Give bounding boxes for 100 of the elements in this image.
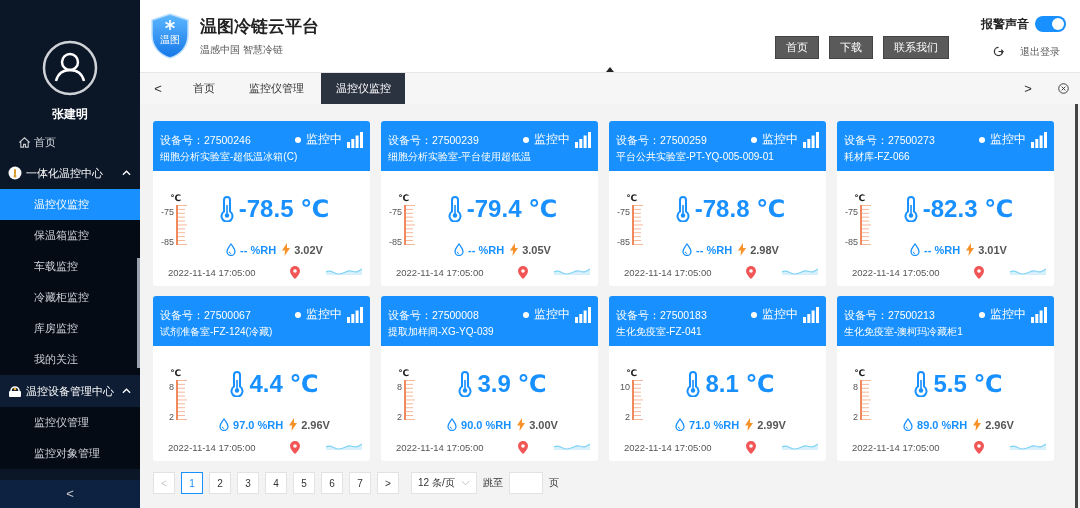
voltage-value: 2.99V: [757, 418, 786, 431]
timestamp: 2022-11-14 17:05:00: [852, 266, 941, 278]
menu-item[interactable]: 我的关注: [0, 344, 140, 375]
menu-group[interactable]: 温控设备管理中心: [0, 375, 140, 407]
tab[interactable]: 监控仪管理: [232, 73, 321, 104]
chevron-up-icon: [122, 170, 131, 176]
scale-unit: ℃: [854, 368, 865, 378]
home-icon: [18, 136, 31, 149]
alarm-sound-toggle[interactable]: [1035, 16, 1066, 32]
device-location: 细胞分析实验室-平台使用超低温: [388, 150, 533, 164]
signal-icon: [575, 306, 591, 323]
ruler-icon: [176, 380, 187, 420]
nav-button[interactable]: 联系我们: [883, 36, 949, 59]
voltage-value: 3.01V: [978, 243, 1007, 256]
humidity-value: 89.0 %RH: [917, 418, 968, 431]
status-text: 监控中: [990, 131, 1026, 148]
scale-unit: ℃: [398, 368, 409, 378]
humidity-value: 97.0 %RH: [233, 418, 284, 431]
device-number: 设备号：27500183: [616, 309, 708, 323]
temperature-value: 3.9 ℃: [477, 370, 547, 398]
timestamp: 2022-11-14 17:05:00: [168, 441, 257, 453]
status-text: 监控中: [306, 306, 342, 323]
device-number: 设备号：27500008: [388, 309, 480, 323]
tabs-prev-button[interactable]: <: [140, 73, 176, 104]
scale-unit: ℃: [626, 368, 637, 378]
nav-button[interactable]: 下载: [829, 36, 873, 59]
scale-unit: ℃: [170, 368, 181, 378]
app-subtitle: 温感中国 智慧冷链: [200, 43, 284, 57]
ruler-icon: [404, 205, 415, 245]
temperature-value: 8.1 ℃: [705, 370, 775, 398]
page-unit-label: 页: [548, 476, 559, 490]
device-number: 设备号：27500273: [844, 134, 936, 148]
scale-unit: ℃: [398, 193, 409, 203]
humidity-value: 90.0 %RH: [461, 418, 512, 431]
wave-icon: [326, 267, 362, 277]
status-dot-icon: [523, 136, 529, 143]
scrollbar[interactable]: [137, 258, 140, 368]
signal-icon: [347, 306, 363, 323]
collapse-button[interactable]: <: [0, 480, 140, 508]
humidity-value: 71.0 %RH: [689, 418, 740, 431]
tab[interactable]: 首页: [176, 73, 232, 104]
lightning-icon: [510, 243, 519, 256]
menu-item[interactable]: 保温箱监控: [0, 220, 140, 251]
scale-label: -85: [161, 237, 174, 247]
lightning-icon: [282, 243, 291, 256]
logout-icon: [993, 46, 1004, 57]
menu-group[interactable]: 一体化温控中心: [0, 157, 140, 189]
scale-label: 2: [625, 412, 630, 422]
page-button[interactable]: 4: [265, 472, 287, 494]
page-input[interactable]: [508, 472, 543, 494]
device-location: 试剂准备室-FZ-124(冷藏): [160, 325, 274, 339]
ruler-icon: [176, 205, 187, 245]
timestamp: 2022-11-14 17:05:00: [852, 441, 941, 453]
page-button[interactable]: 7: [349, 472, 371, 494]
status-dot-icon: [751, 311, 757, 318]
ruler-icon: [404, 380, 415, 420]
tabs-next-button[interactable]: >: [1010, 73, 1046, 104]
wave-icon: [782, 442, 818, 452]
signal-icon: [1031, 306, 1047, 323]
humidity-value: -- %RH: [696, 243, 733, 256]
scale-label: -75: [389, 207, 402, 217]
signal-icon: [347, 131, 363, 148]
page-button[interactable]: 6: [321, 472, 343, 494]
status-dot-icon: [979, 311, 985, 318]
scale-label: -85: [617, 237, 630, 247]
temperature-value: 4.4 ℃: [249, 370, 319, 398]
wave-icon: [554, 442, 590, 452]
lightning-icon: [966, 243, 975, 256]
timestamp: 2022-11-14 17:05:00: [396, 266, 485, 278]
menu-item[interactable]: 监控对象管理: [0, 438, 140, 469]
user-name: 张建明: [51, 106, 89, 123]
location-pin-icon: [746, 265, 756, 279]
lightning-icon: [517, 418, 526, 431]
scale-label: 2: [397, 412, 402, 422]
jump-label: 跳至: [482, 476, 503, 490]
page-button[interactable]: 3: [237, 472, 259, 494]
status-dot-icon: [523, 311, 529, 318]
nav-button[interactable]: 首页: [775, 36, 819, 59]
menu-item[interactable]: 车载监控: [0, 251, 140, 282]
scale-label: 10: [620, 382, 630, 392]
menu-item[interactable]: 冷藏柜监控: [0, 282, 140, 313]
ruler-icon: [632, 380, 643, 420]
droplet-icon: [903, 418, 914, 431]
voltage-value: 2.96V: [985, 418, 1014, 431]
next-page-button[interactable]: >: [377, 472, 399, 494]
menu-item[interactable]: 库房监控: [0, 313, 140, 344]
page-button[interactable]: 2: [209, 472, 231, 494]
logout-link[interactable]: 退出登录: [1020, 44, 1060, 59]
device-number: 设备号：27500239: [388, 134, 480, 148]
menu-item[interactable]: 首页: [0, 128, 140, 157]
menu-item[interactable]: 监控仪管理: [0, 407, 140, 438]
scrollbar[interactable]: [1075, 104, 1078, 508]
location-pin-icon: [518, 265, 528, 279]
page-button[interactable]: 5: [293, 472, 315, 494]
thermometer-icon: [903, 196, 918, 222]
scale-unit: ℃: [170, 193, 181, 203]
wave-icon: [1010, 442, 1046, 452]
tab[interactable]: 温控仪监控: [321, 73, 405, 104]
page-size-select[interactable]: 12 条/页: [411, 472, 477, 494]
droplet-icon: [447, 418, 458, 431]
